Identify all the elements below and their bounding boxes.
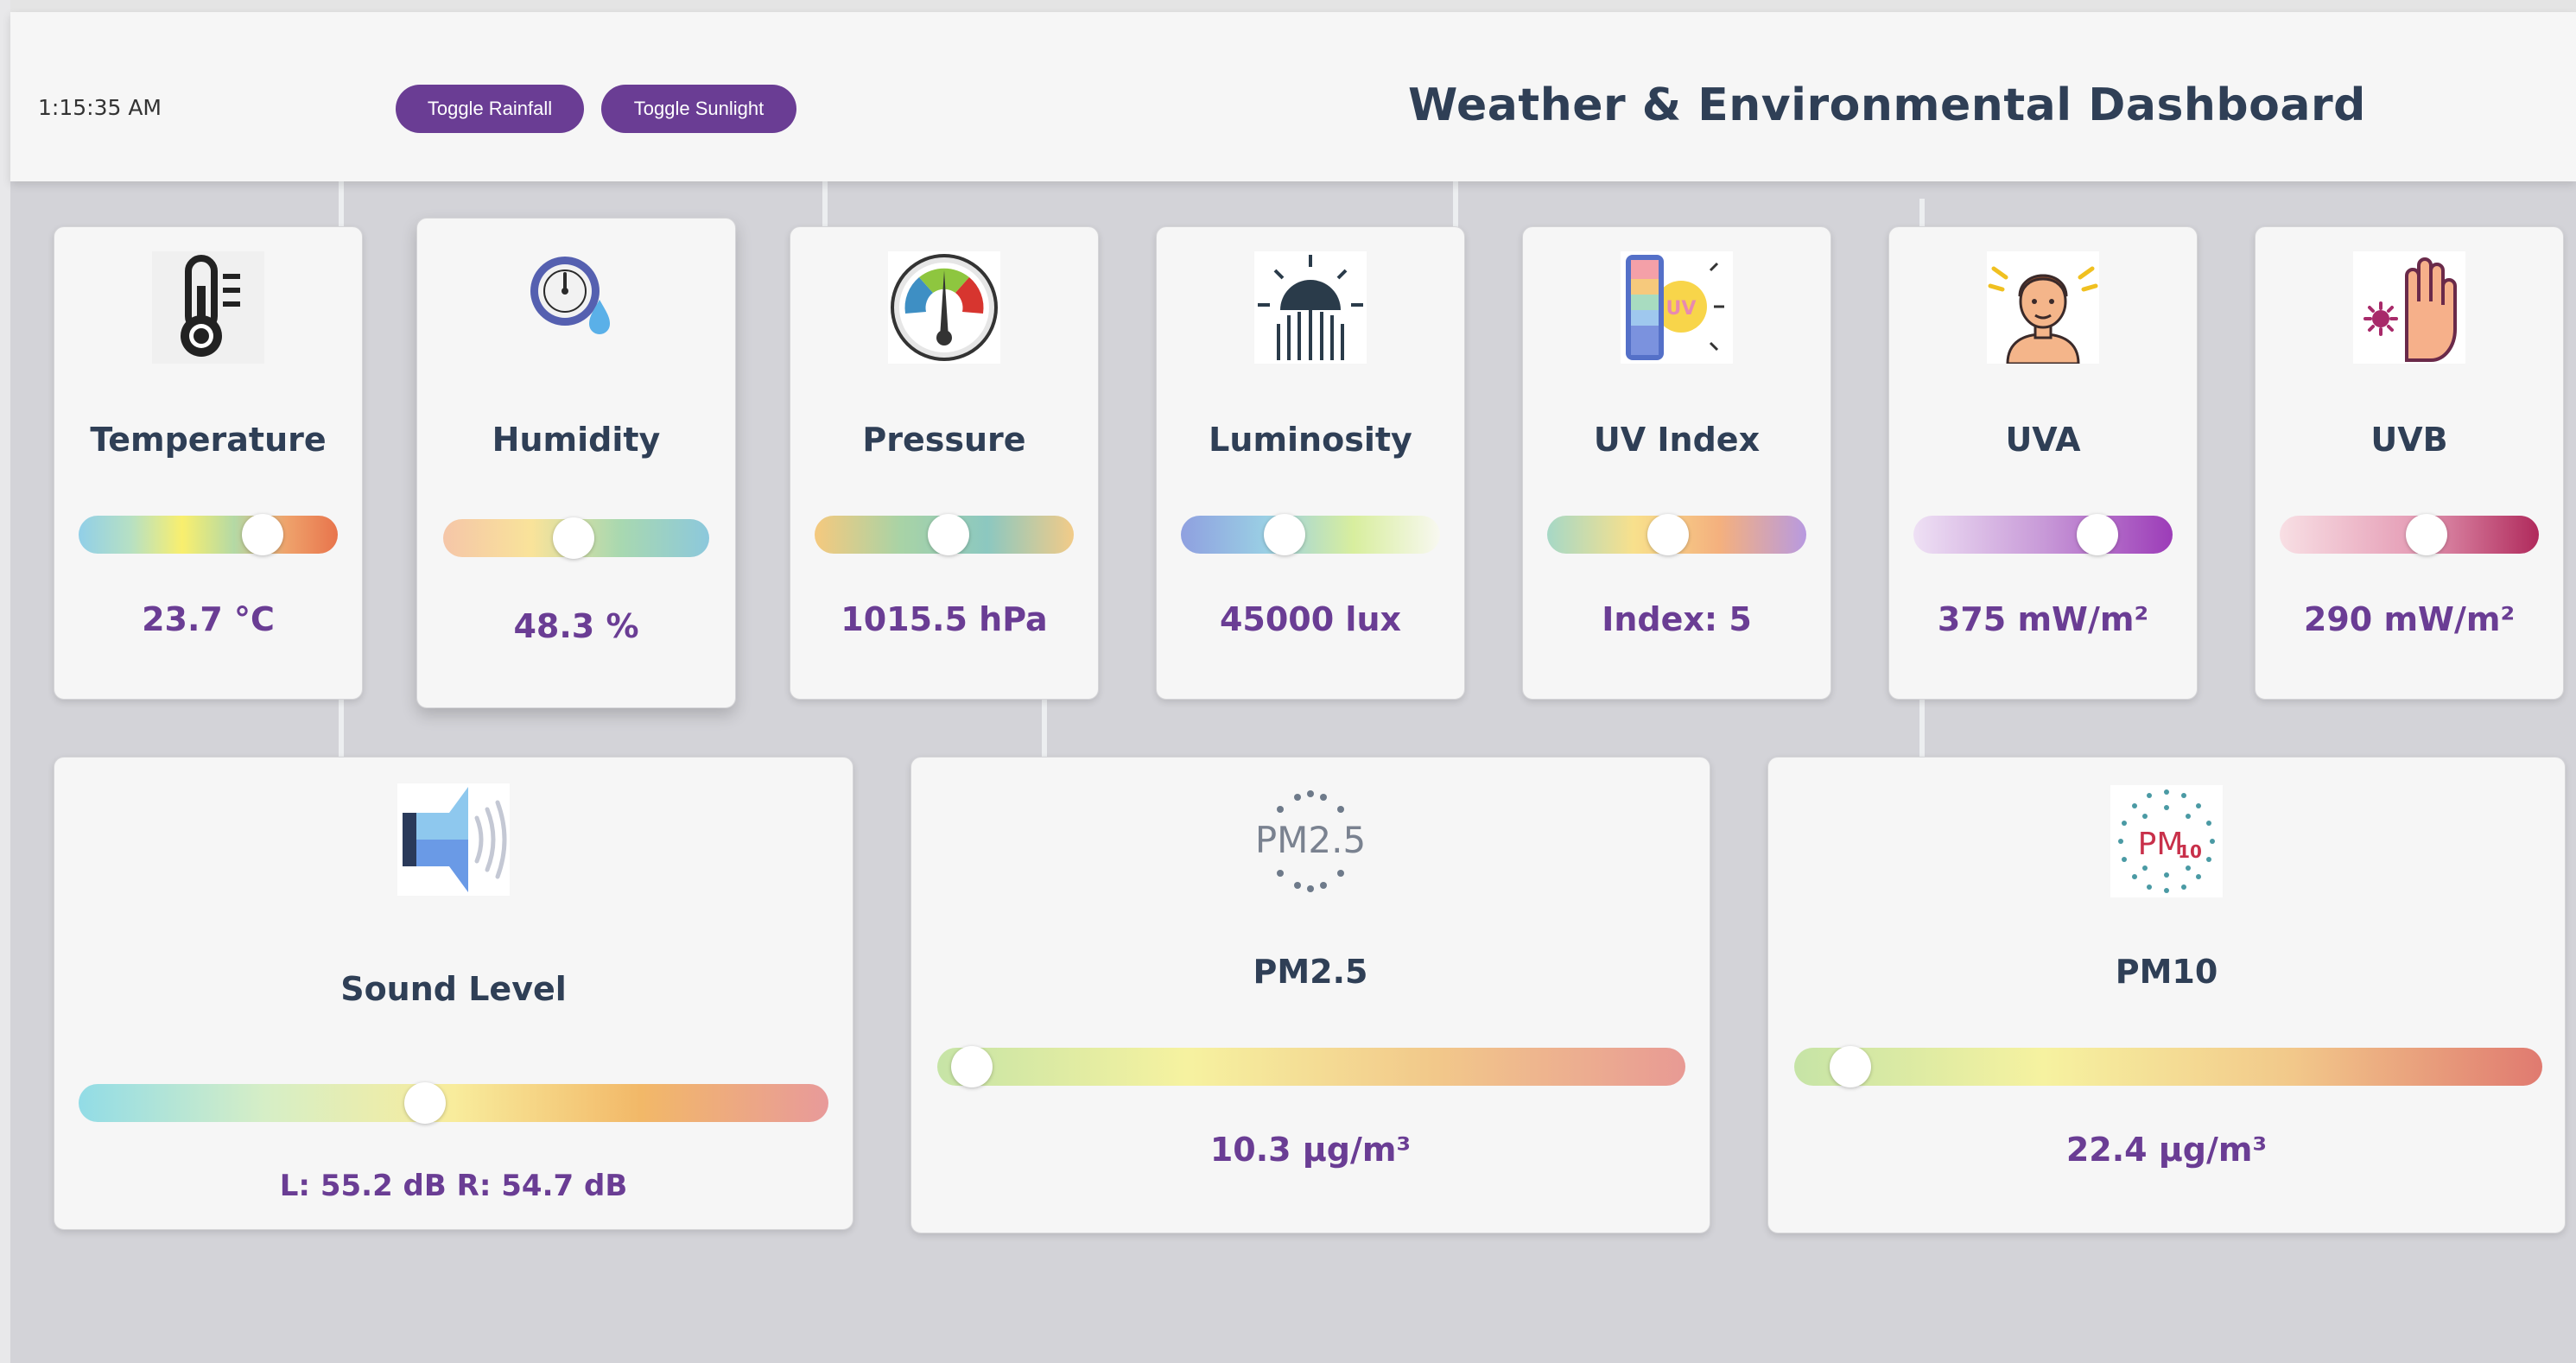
uv-sun-icon: UV (1621, 251, 1733, 364)
sound-level-value: L: 55.2 dB R: 54.7 dB (279, 1169, 628, 1203)
connector-wire (1042, 691, 1047, 760)
uvb-slider-handle[interactable] (2406, 514, 2448, 555)
svg-text:PM: PM (2138, 827, 2184, 862)
hygrometer-icon (520, 246, 632, 358)
pm25-value: 10.3 µg/m³ (1209, 1131, 1412, 1169)
pm25-slider[interactable] (937, 1046, 1685, 1087)
sound-level-card[interactable]: Sound Level L: 55.2 dB R: 54.7 dB (54, 757, 853, 1230)
top-edge (0, 0, 2576, 12)
skin-hand-icon (2353, 251, 2465, 364)
uvb-card[interactable]: UVB 290 mW/m² (2255, 226, 2564, 700)
uv-index-value: Index: 5 (1602, 600, 1752, 638)
sound-level-label: Sound Level (340, 970, 567, 1008)
luminosity-value: 45000 lux (1219, 600, 1402, 638)
temperature-slider[interactable] (79, 514, 338, 555)
svg-text:10: 10 (2178, 841, 2202, 862)
uvb-value: 290 mW/m² (2303, 600, 2516, 638)
humidity-slider-handle[interactable] (553, 517, 595, 559)
pm25-icon: PM2.5 (1254, 785, 1367, 897)
temperature-value: 23.7 °C (142, 600, 275, 638)
sunburned-person-icon (1987, 251, 2099, 364)
pm10-value: 22.4 µg/m³ (2065, 1131, 2268, 1169)
header-bar: 1:15:35 AM Toggle Rainfall Toggle Sunlig… (10, 12, 2576, 181)
uva-card[interactable]: UVA 375 mW/m² (1888, 226, 2198, 700)
luminosity-slider-handle[interactable] (1263, 514, 1305, 555)
humidity-card[interactable]: Humidity 48.3 % (416, 218, 736, 708)
pressure-slider-handle[interactable] (928, 514, 970, 555)
pm10-slider-handle[interactable] (1829, 1046, 1871, 1087)
temperature-slider-handle[interactable] (242, 514, 283, 555)
connector-wire (822, 181, 828, 230)
humidity-value: 48.3 % (513, 607, 639, 645)
pm10-label: PM10 (2115, 953, 2218, 991)
thermometer-icon (152, 251, 264, 364)
uvb-label: UVB (2370, 421, 2448, 459)
clock: 1:15:35 AM (38, 95, 162, 120)
uva-slider-handle[interactable] (2077, 514, 2118, 555)
left-edge (0, 0, 10, 1363)
uvb-slider[interactable] (2280, 514, 2539, 555)
temperature-card[interactable]: Temperature 23.7 °C (54, 226, 363, 700)
pm25-slider-handle[interactable] (951, 1046, 993, 1087)
speaker-icon (397, 783, 510, 896)
humidity-label: Humidity (492, 421, 661, 459)
pressure-card[interactable]: Pressure 1015.5 hPa (790, 226, 1099, 700)
pm25-label: PM2.5 (1253, 953, 1368, 991)
pm25-card[interactable]: PM2.5 PM2.5 10.3 µg/m³ (910, 757, 1710, 1233)
pm10-card[interactable]: PM 10 PM10 22.4 µg/m³ (1767, 757, 2566, 1233)
sound-level-slider-handle[interactable] (404, 1082, 447, 1124)
uva-slider[interactable] (1913, 514, 2173, 555)
temperature-label: Temperature (90, 421, 327, 459)
pm10-slider[interactable] (1794, 1046, 2542, 1087)
uv-index-label: UV Index (1593, 421, 1761, 459)
toggle-rainfall-button[interactable]: Toggle Rainfall (396, 85, 584, 133)
pressure-label: Pressure (862, 421, 1026, 459)
humidity-slider[interactable] (443, 517, 709, 559)
pm10-icon: PM 10 (2110, 785, 2223, 897)
page-title: Weather & Environmental Dashboard (1408, 79, 2366, 131)
luminosity-slider[interactable] (1181, 514, 1440, 555)
uva-value: 375 mW/m² (1937, 600, 2149, 638)
uv-index-slider-handle[interactable] (1646, 514, 1689, 555)
luminosity-card[interactable]: Luminosity 45000 lux (1156, 226, 1465, 700)
uva-label: UVA (2005, 421, 2081, 459)
pressure-value: 1015.5 hPa (841, 600, 1048, 638)
uv-index-card[interactable]: UV UV Index Index: 5 (1522, 226, 1831, 700)
connector-wire (1453, 181, 1458, 230)
svg-text:PM2.5: PM2.5 (1255, 819, 1366, 861)
luminosity-label: Luminosity (1209, 421, 1412, 459)
gauge-icon (888, 251, 1000, 364)
sunrise-icon (1254, 251, 1367, 364)
svg-text:UV: UV (1666, 298, 1697, 320)
sound-level-slider[interactable] (79, 1082, 828, 1124)
toggle-sunlight-button[interactable]: Toggle Sunlight (601, 85, 796, 133)
pressure-slider[interactable] (815, 514, 1074, 555)
uv-index-slider[interactable] (1547, 514, 1806, 555)
